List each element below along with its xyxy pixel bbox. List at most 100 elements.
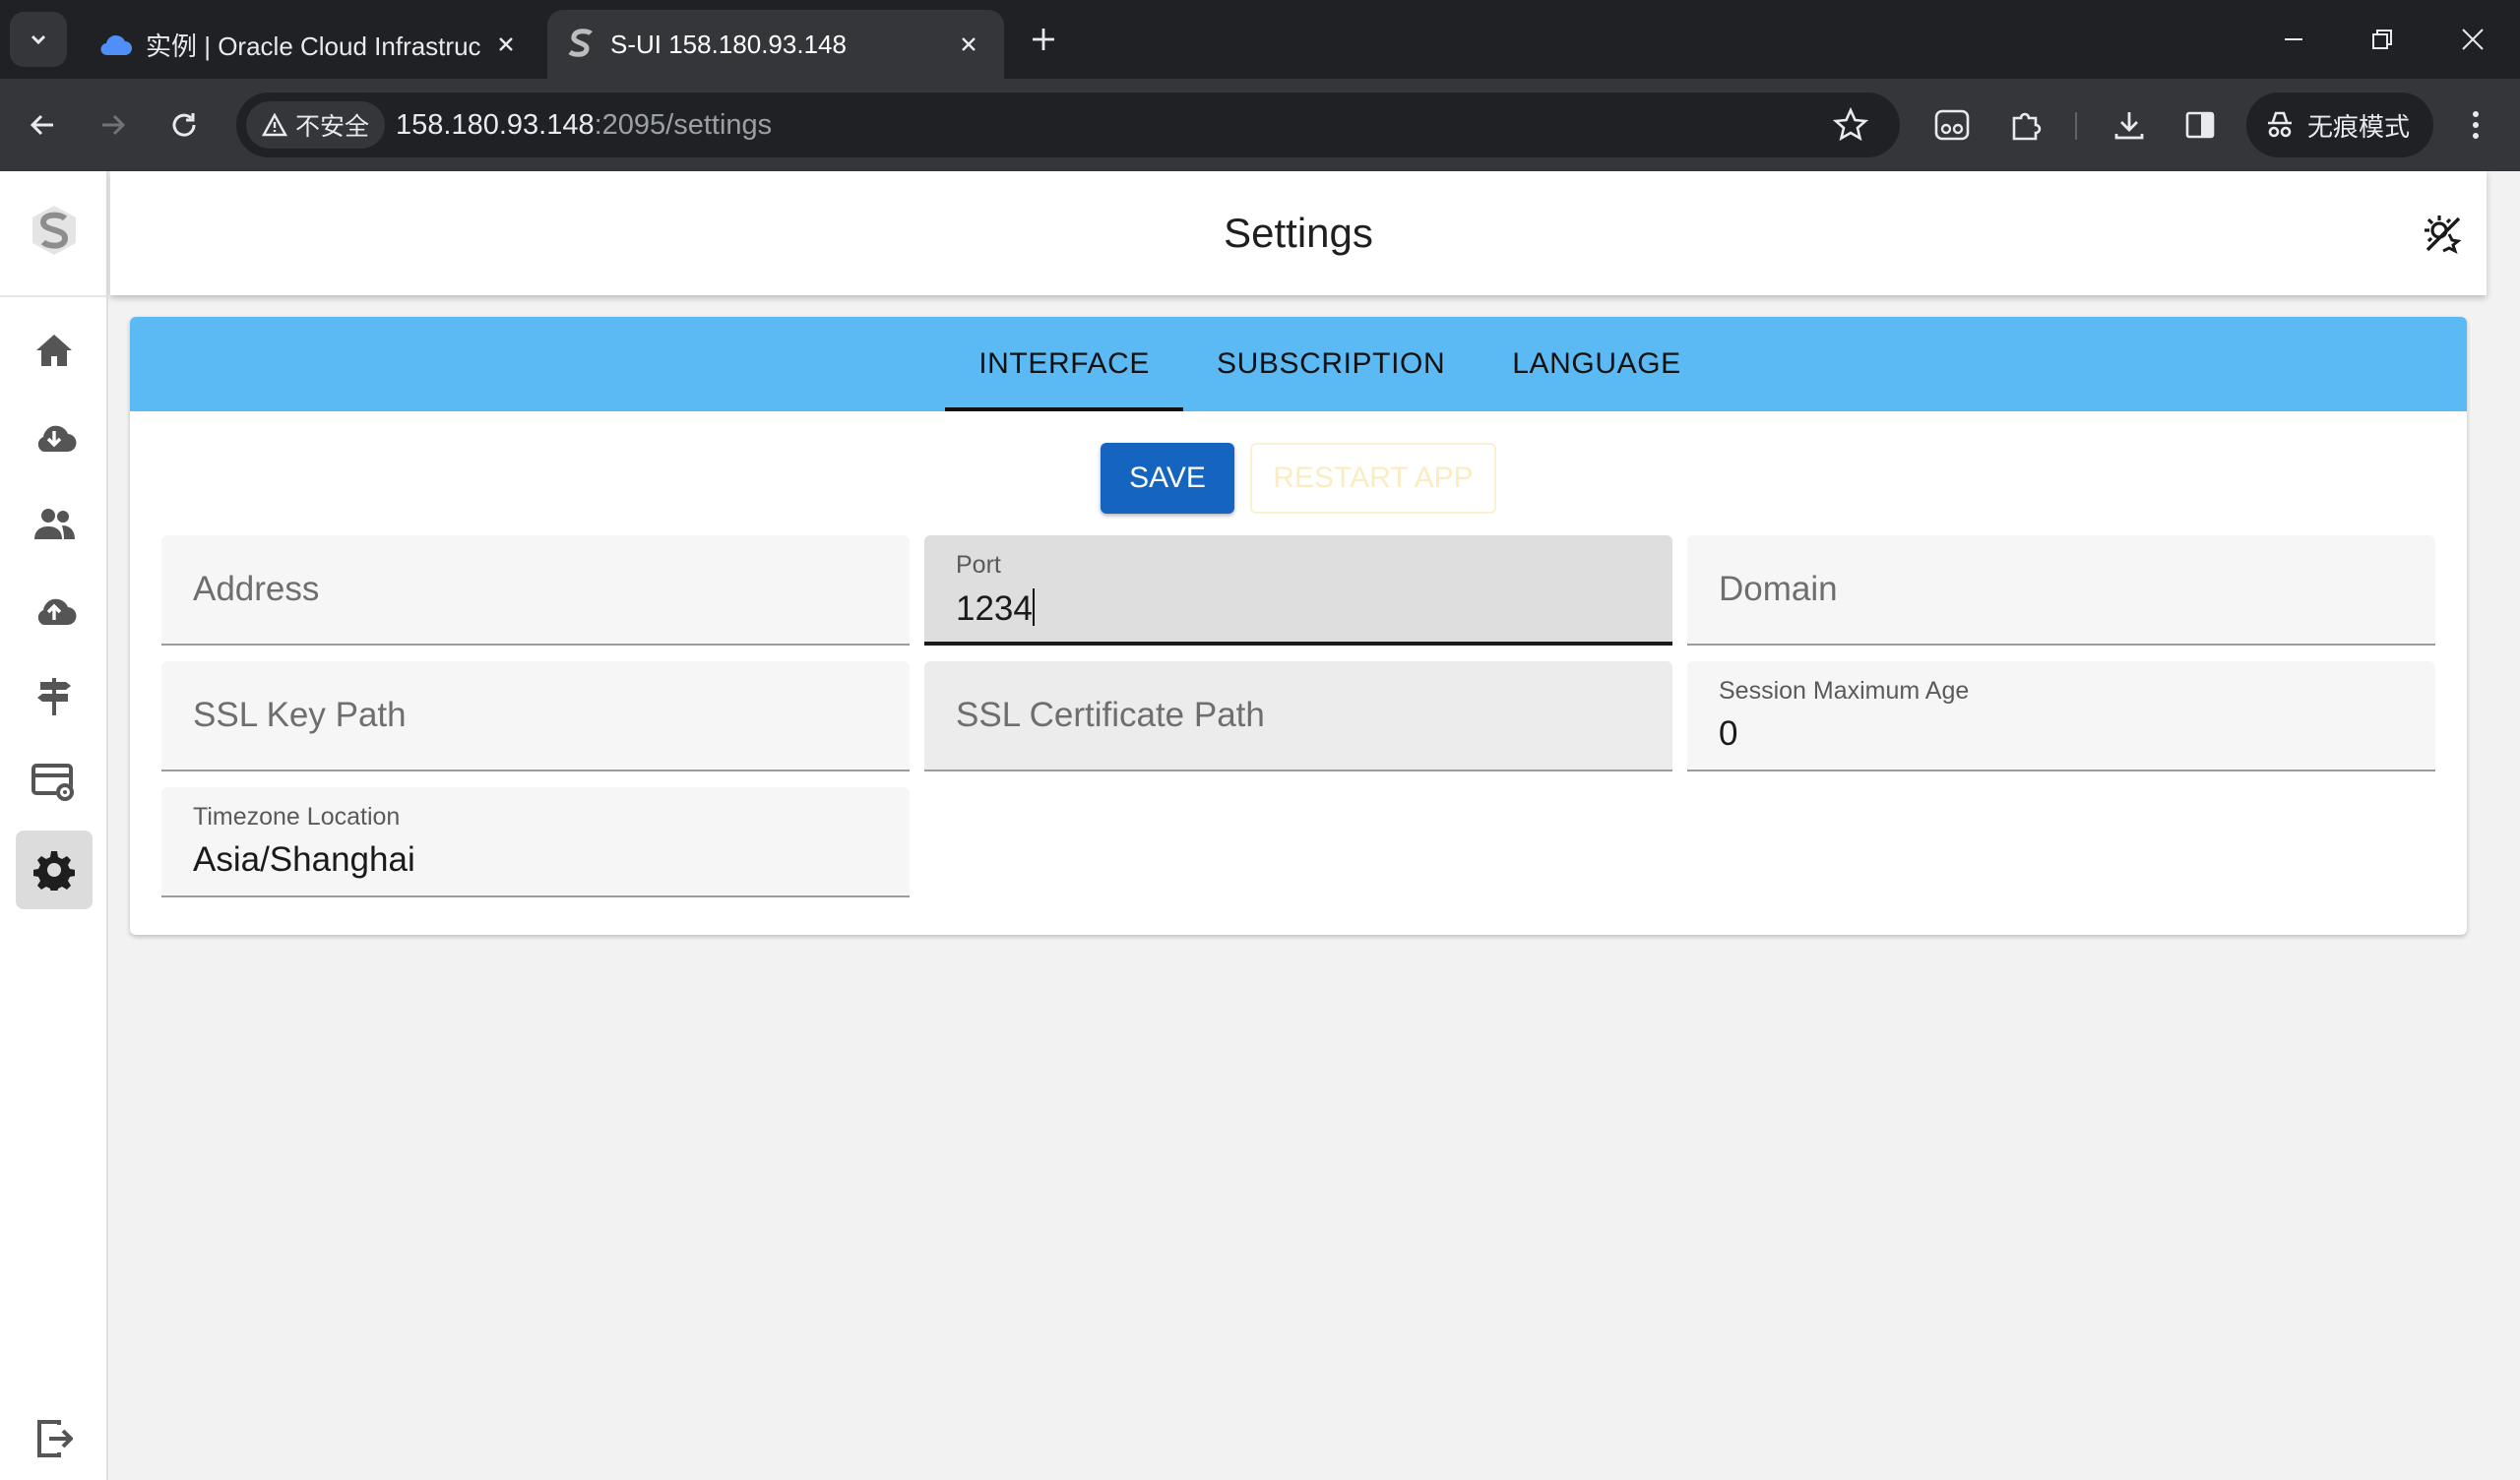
timezone-location-label: Timezone Location	[193, 803, 401, 831]
text-caret	[1032, 588, 1035, 626]
incognito-label: 无痕模式	[2307, 111, 2411, 142]
restart-app-button[interactable]: RESTART APP	[1250, 443, 1496, 514]
session-max-age-value: 0	[1719, 714, 1738, 753]
sidebar-item-clients[interactable]	[16, 484, 93, 563]
ssl-key-path-field[interactable]: SSL Key Path	[161, 661, 910, 771]
ssl-key-path-placeholder: SSL Key Path	[193, 696, 407, 734]
tab-title: 实例 | Oracle Cloud Infrastruc	[146, 31, 481, 61]
cloud-download-icon	[37, 425, 77, 453]
sidebar-item-logout[interactable]	[16, 1399, 93, 1478]
downloads-button[interactable]	[2105, 100, 2154, 150]
s-ui-logo-icon	[32, 206, 76, 255]
security-label: 不安全	[295, 113, 370, 141]
domain-field[interactable]: Domain	[1687, 535, 2435, 646]
close-icon	[2462, 29, 2484, 50]
bookmark-star-button[interactable]	[1831, 105, 1870, 145]
url-path: :2095/settings	[594, 109, 773, 141]
star-icon	[1832, 106, 1869, 142]
sidebar-item-home[interactable]	[16, 311, 93, 390]
session-max-age-field[interactable]: Session Maximum Age 0	[1687, 661, 2435, 771]
close-window-button[interactable]	[2443, 14, 2502, 65]
address-placeholder: Address	[193, 570, 320, 608]
browser-tab-oracle[interactable]: 实例 | Oracle Cloud Infrastruc	[79, 10, 541, 79]
sidebar-item-inbounds[interactable]	[16, 398, 93, 476]
browser-toolbar: 不安全 158.180.93.148:2095/settings 无痕模式	[0, 79, 2520, 171]
close-tab-icon[interactable]	[953, 29, 984, 60]
sidebar-divider	[0, 295, 108, 297]
forward-button[interactable]	[89, 100, 138, 150]
browser-tab-s-ui[interactable]: S-UI 158.180.93.148	[547, 10, 1004, 79]
back-button[interactable]	[18, 100, 67, 150]
home-icon	[36, 335, 72, 366]
profile-extension-button[interactable]	[1927, 100, 1977, 150]
minimize-icon	[2285, 38, 2302, 40]
save-button[interactable]: SAVE	[1101, 443, 1234, 514]
settings-gear-icon	[33, 851, 75, 891]
s-ui-favicon-icon	[568, 29, 593, 57]
cloud-upload-icon	[37, 598, 77, 626]
toolbar-separator	[2075, 112, 2077, 140]
close-tab-icon[interactable]	[490, 29, 522, 60]
theme-toggle-icon	[2425, 216, 2462, 254]
reload-icon	[172, 113, 196, 137]
sidebar	[0, 171, 108, 1480]
settings-actions: SAVE RESTART APP	[130, 443, 2467, 514]
ssl-certificate-path-placeholder: SSL Certificate Path	[956, 696, 1265, 734]
plus-icon	[1033, 29, 1054, 50]
sidebar-item-outbounds[interactable]	[16, 571, 93, 649]
port-value: 1234	[956, 589, 1033, 628]
eyes-icon	[1934, 109, 1970, 141]
address-bar[interactable]: 不安全 158.180.93.148:2095/settings	[236, 92, 1900, 157]
app-header: Settings	[110, 171, 2487, 295]
restore-window-icon	[2372, 30, 2392, 49]
session-max-age-label: Session Maximum Age	[1719, 677, 1970, 705]
port-field[interactable]: Port 1234	[924, 535, 1672, 646]
theme-toggle-button[interactable]	[2420, 211, 2467, 258]
timezone-location-field[interactable]: Timezone Location Asia/Shanghai	[161, 787, 910, 897]
cloud-icon	[100, 34, 132, 56]
port-label: Port	[956, 551, 1001, 579]
domain-placeholder: Domain	[1719, 570, 1838, 608]
browser-tab-strip: 实例 | Oracle Cloud Infrastruc S-UI 158.18…	[0, 0, 2520, 79]
s-ui-app: Settings INTERFACE SUBSCRIPTION LANGUAGE…	[0, 171, 2520, 1480]
security-indicator[interactable]: 不安全	[246, 101, 386, 149]
tab-search-button[interactable]	[10, 12, 67, 67]
page-title: Settings	[1224, 210, 1373, 256]
tab-interface[interactable]: INTERFACE	[945, 317, 1183, 411]
s-ui-logo	[27, 203, 82, 258]
port-value-wrap: 1234	[956, 588, 1035, 629]
url-text: 158.180.93.148:2095/settings	[396, 92, 772, 157]
incognito-icon	[2268, 111, 2292, 138]
tab-language[interactable]: LANGUAGE	[1479, 317, 1715, 411]
browser-menu-button[interactable]	[2451, 100, 2500, 150]
timezone-location-value: Asia/Shanghai	[193, 840, 415, 879]
sidebar-item-settings[interactable]	[16, 831, 93, 909]
extensions-button[interactable]	[2000, 100, 2049, 150]
address-field[interactable]: Address	[161, 535, 910, 646]
chevron-down-icon	[31, 34, 46, 45]
tab-title: S-UI 158.180.93.148	[610, 29, 847, 59]
logout-icon	[37, 1420, 73, 1457]
side-panel-icon	[2185, 111, 2215, 139]
settings-card: INTERFACE SUBSCRIPTION LANGUAGE SAVE RES…	[130, 317, 2467, 935]
arrow-left-icon	[30, 114, 53, 136]
url-host: 158.180.93.148	[396, 109, 595, 141]
ssl-certificate-path-field[interactable]: SSL Certificate Path	[924, 661, 1672, 771]
warning-triangle-icon	[262, 113, 287, 137]
puzzle-icon	[2012, 112, 2042, 141]
more-vertical-icon	[2473, 111, 2479, 139]
server-settings-icon	[32, 764, 74, 801]
settings-tabs: INTERFACE SUBSCRIPTION LANGUAGE	[130, 317, 2467, 411]
arrow-right-icon	[102, 114, 126, 136]
incognito-indicator[interactable]: 无痕模式	[2246, 92, 2433, 157]
restore-button[interactable]	[2353, 14, 2412, 65]
sidebar-item-rules[interactable]	[16, 657, 93, 736]
tab-subscription[interactable]: SUBSCRIPTION	[1183, 317, 1479, 411]
side-panel-button[interactable]	[2175, 100, 2225, 150]
new-tab-button[interactable]	[1024, 20, 1063, 59]
minimize-button[interactable]	[2264, 14, 2323, 65]
reload-button[interactable]	[159, 100, 209, 150]
signpost-icon	[37, 678, 71, 715]
sidebar-item-services[interactable]	[16, 744, 93, 823]
users-icon	[34, 509, 75, 539]
